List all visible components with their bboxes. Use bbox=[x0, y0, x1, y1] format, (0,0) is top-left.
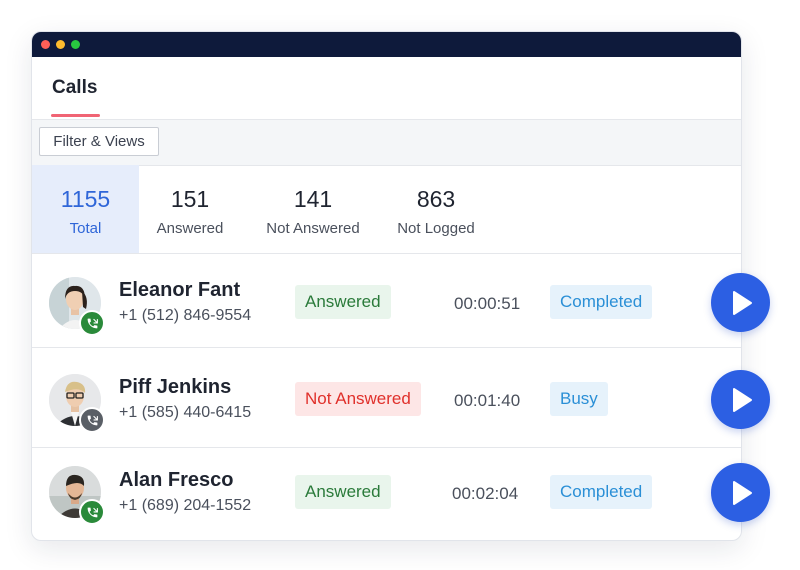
play-icon bbox=[732, 480, 752, 505]
tab-calls[interactable]: Calls bbox=[52, 77, 97, 99]
answer-status-badge: Not Answered bbox=[295, 382, 421, 416]
stat-label: Answered bbox=[156, 220, 224, 237]
stat-value: 863 bbox=[416, 186, 456, 212]
active-tab-indicator bbox=[51, 114, 100, 117]
contact-name: Alan Fresco bbox=[119, 469, 234, 491]
call-status-badge: Busy bbox=[550, 382, 608, 416]
call-status-badge: Completed bbox=[550, 475, 653, 509]
contact-phone: +1 (512) 846-9554 bbox=[119, 307, 252, 324]
call-duration: 00:02:04 bbox=[452, 484, 519, 503]
contact-name: Eleanor Fant bbox=[119, 279, 241, 301]
stat-answered[interactable]: 151 Answered bbox=[140, 165, 240, 253]
answer-status-badge: Answered bbox=[295, 285, 391, 319]
tab-header: Calls bbox=[32, 57, 741, 120]
minimize-window-dot[interactable] bbox=[56, 40, 65, 49]
stat-label: Not Answered bbox=[266, 220, 360, 237]
stat-label: Not Logged bbox=[397, 220, 475, 237]
answer-status-badge: Answered bbox=[295, 475, 391, 509]
phone-incoming-icon bbox=[79, 499, 105, 525]
call-duration: 00:01:40 bbox=[454, 391, 521, 410]
call-duration: 00:00:51 bbox=[454, 294, 521, 313]
stat-total[interactable]: 1155 Total bbox=[32, 165, 139, 253]
play-recording-button[interactable] bbox=[711, 273, 770, 332]
phone-incoming-icon bbox=[79, 310, 105, 336]
contact-name: Piff Jenkins bbox=[119, 376, 232, 398]
close-window-dot[interactable] bbox=[41, 40, 50, 49]
stat-value: 151 bbox=[170, 186, 210, 212]
stat-not-answered[interactable]: 141 Not Answered bbox=[252, 165, 374, 253]
call-row[interactable]: Alan Fresco +1 (689) 204-1552 Answered 0… bbox=[32, 448, 741, 540]
phone-missed-icon bbox=[79, 407, 105, 433]
calls-window: Calls Filter & Views 1155 Total 151 Answ… bbox=[31, 31, 742, 541]
play-icon bbox=[732, 290, 752, 315]
filter-toolbar: Filter & Views bbox=[32, 120, 741, 166]
play-recording-button[interactable] bbox=[711, 370, 770, 429]
window-title-bar bbox=[32, 32, 741, 57]
stat-label: Total bbox=[69, 220, 102, 237]
call-stats-bar: 1155 Total 151 Answered 141 Not Answered… bbox=[32, 165, 741, 254]
call-status-badge: Completed bbox=[550, 285, 653, 319]
stat-value: 1155 bbox=[60, 186, 111, 212]
call-row[interactable]: Eleanor Fant +1 (512) 846-9554 Answered … bbox=[32, 254, 741, 348]
contact-phone: +1 (689) 204-1552 bbox=[119, 497, 252, 514]
stat-not-logged[interactable]: 863 Not Logged bbox=[386, 165, 486, 253]
contact-phone: +1 (585) 440-6415 bbox=[119, 404, 252, 421]
play-recording-button[interactable] bbox=[711, 463, 770, 522]
maximize-window-dot[interactable] bbox=[71, 40, 80, 49]
filter-views-button[interactable]: Filter & Views bbox=[39, 127, 159, 156]
play-icon bbox=[732, 387, 752, 412]
call-row[interactable]: Piff Jenkins +1 (585) 440-6415 Not Answe… bbox=[32, 354, 741, 448]
stat-value: 141 bbox=[293, 186, 333, 212]
